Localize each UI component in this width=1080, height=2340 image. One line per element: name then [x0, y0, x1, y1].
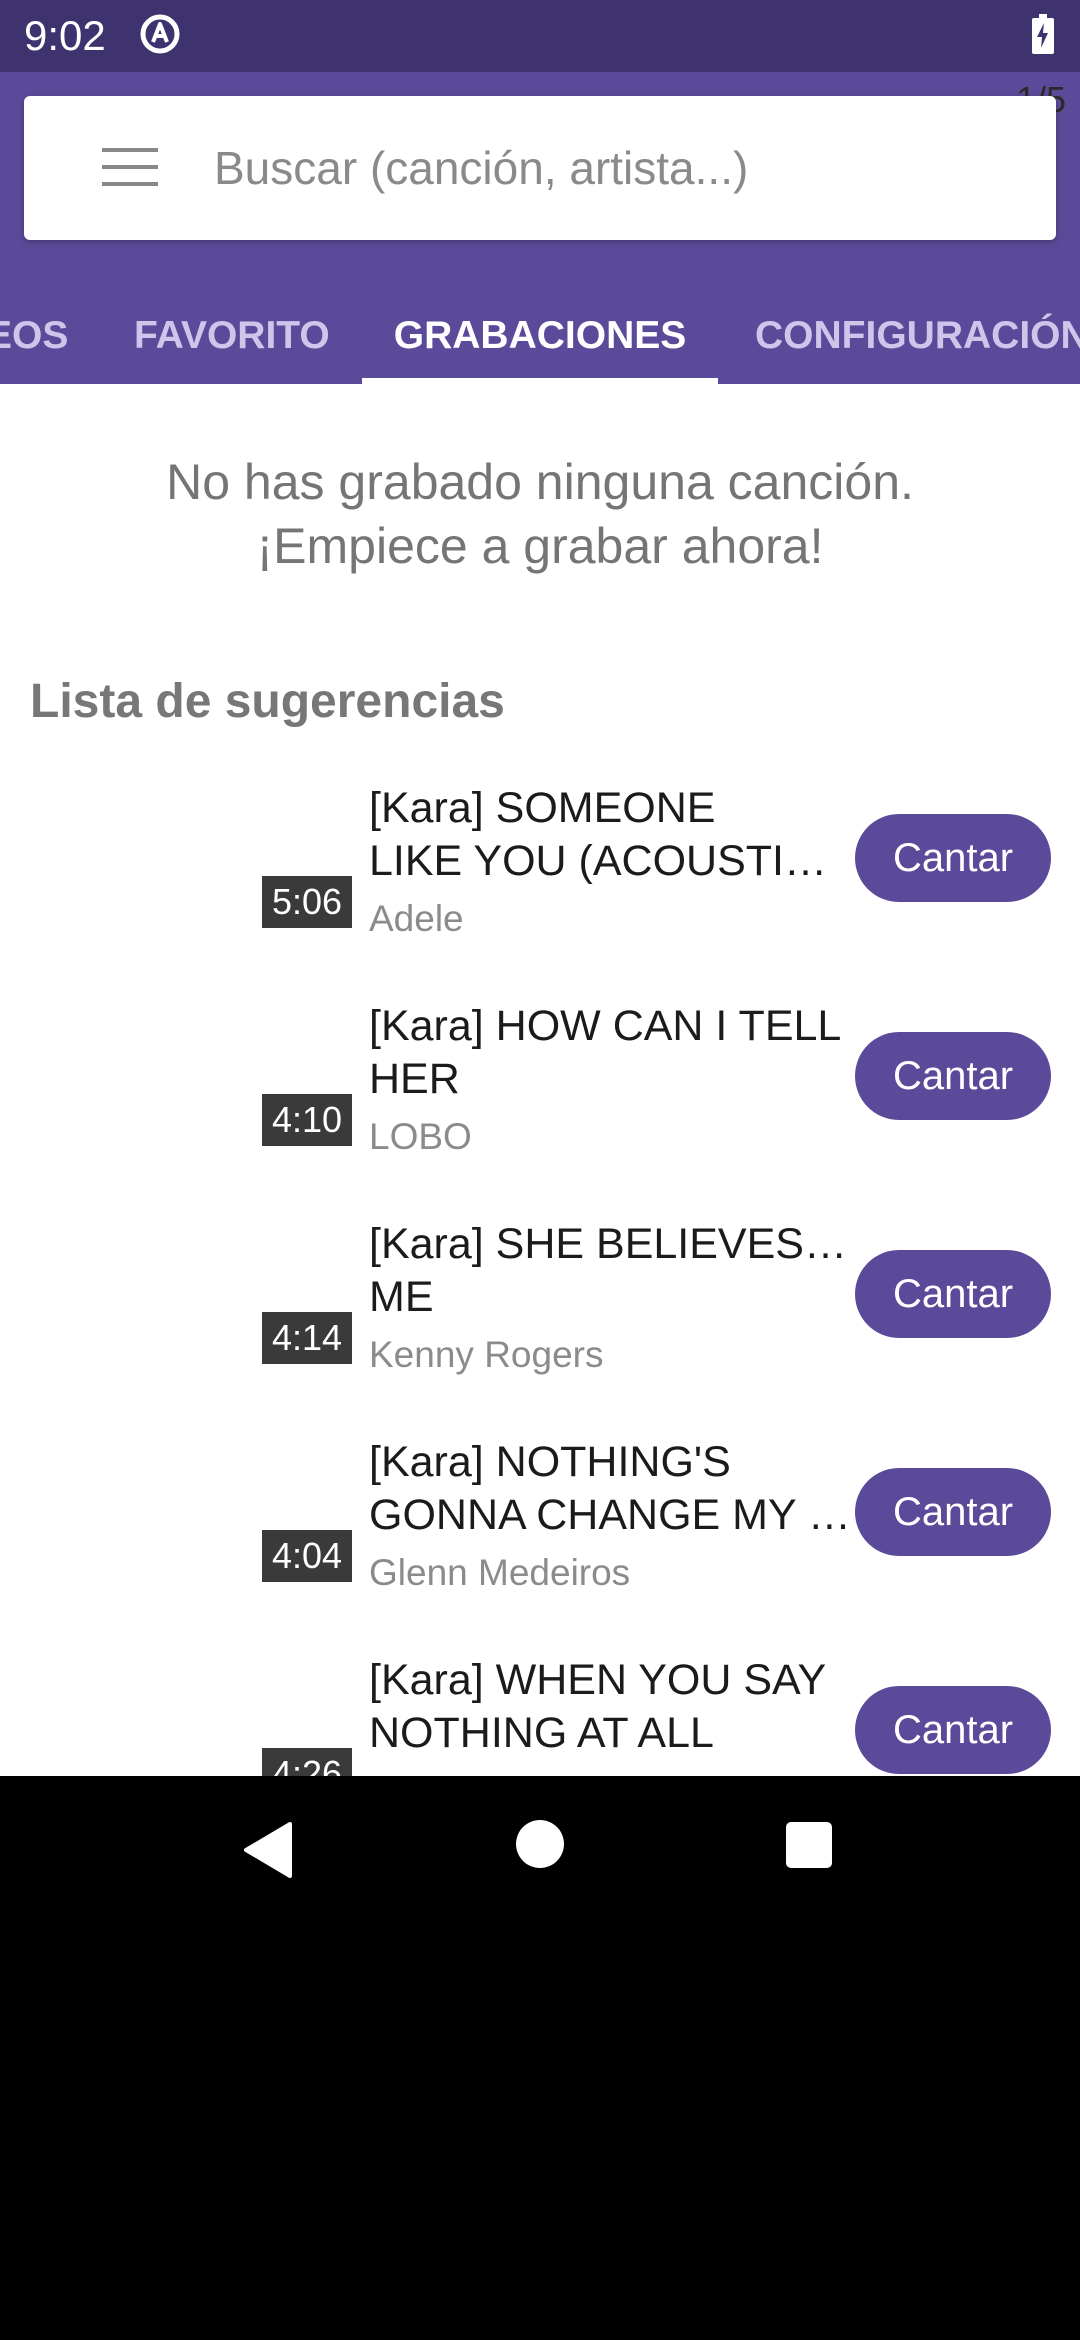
list-item[interactable]: 4:14 [Kara] SHE BELIEVES IN ME Kenny Rog… [0, 1218, 1080, 1436]
battery-charging-icon [1032, 14, 1054, 54]
phone-screen: 9:02 1/5 [0, 0, 1080, 2340]
sing-button[interactable]: Cantar [855, 1686, 1051, 1774]
search-bar[interactable] [24, 96, 1056, 240]
sing-button[interactable]: Cantar [855, 1468, 1051, 1556]
tab-grabaciones[interactable]: GRABACIONES [362, 288, 718, 384]
song-title: [Kara] NOTHING'S GONNA CHANGE MY L... [369, 1436, 857, 1542]
sing-button[interactable]: Cantar [855, 1032, 1051, 1120]
song-title: [Kara] HOW CAN I TELL HER [369, 1000, 857, 1106]
duration-badge: 4:26 [262, 1748, 352, 1776]
song-artist: LOBO [369, 1116, 472, 1157]
duration-badge: 4:04 [262, 1530, 352, 1582]
tab-favorito[interactable]: FAVORITO [134, 288, 330, 384]
song-title-line: [Kara] SHE BELIEVES IN [369, 1220, 857, 1268]
song-title-line: LIKE YOU (ACOUSTIC ... [369, 837, 857, 885]
tab-configuracion[interactable]: CONFIGURACIÓN [755, 288, 1080, 384]
song-title: [Kara] WHEN YOU SAY NOTHING AT ALL [369, 1654, 857, 1760]
empty-message-line: No has grabado ninguna canción. [166, 454, 914, 510]
song-title-line: NOTHING AT ALL [369, 1709, 714, 1757]
suggestions-heading: Lista de sugerencias [30, 675, 505, 728]
song-title-line: HER [369, 1055, 460, 1103]
tab-videos[interactable]: EOS [0, 288, 68, 384]
song-thumbnail[interactable]: 5:06 [30, 782, 352, 962]
song-title-line: [Kara] SOMEONE [369, 784, 716, 832]
list-item[interactable]: 4:10 [Kara] HOW CAN I TELL HER LOBO Cant… [0, 1000, 1080, 1218]
back-triangle-icon[interactable] [240, 1820, 296, 1880]
home-circle-icon[interactable] [516, 1820, 564, 1868]
list-item[interactable]: 4:26 [Kara] WHEN YOU SAY NOTHING AT ALL … [0, 1654, 1080, 1776]
search-input[interactable] [214, 128, 1034, 208]
navigation-bar [0, 1776, 1080, 1924]
song-artist: Glenn Medeiros [369, 1552, 631, 1593]
song-thumbnail[interactable]: 4:04 [30, 1436, 352, 1616]
song-title: [Kara] SOMEONE LIKE YOU (ACOUSTIC ... [369, 782, 857, 888]
app-header: 1/5 EOS FAVORITO GRABACIONES CONFIGURACI… [0, 72, 1080, 384]
song-thumbnail[interactable]: 4:14 [30, 1218, 352, 1398]
song-thumbnail[interactable]: 4:26 [30, 1654, 352, 1776]
song-title-line: ME [369, 1273, 434, 1321]
song-title-line: [Kara] WHEN YOU SAY [369, 1656, 827, 1704]
duration-badge: 4:10 [262, 1094, 352, 1146]
hamburger-menu-icon[interactable] [80, 144, 180, 194]
list-item[interactable]: 4:04 [Kara] NOTHING'S GONNA CHANGE MY L.… [0, 1436, 1080, 1654]
song-title: [Kara] SHE BELIEVES IN ME [369, 1218, 857, 1324]
empty-message-line: ¡Empiece a grabar ahora! [256, 518, 824, 574]
song-artist: Kenny Rogers [369, 1334, 604, 1375]
song-artist: Adele [369, 898, 464, 939]
duration-badge: 4:14 [262, 1312, 352, 1364]
status-bar: 9:02 [0, 0, 1080, 72]
duration-badge: 5:06 [262, 876, 352, 928]
recordings-content[interactable]: No has grabado ninguna canción. ¡Empiece… [0, 384, 1080, 1776]
tab-strip: EOS FAVORITO GRABACIONES CONFIGURACIÓN [0, 288, 1080, 384]
empty-recordings-message: No has grabado ninguna canción. ¡Empiece… [40, 450, 1040, 578]
song-title-line: [Kara] NOTHING'S [369, 1438, 731, 1486]
sing-button[interactable]: Cantar [855, 1250, 1051, 1338]
song-title-line: [Kara] HOW CAN I TELL [369, 1002, 842, 1050]
status-time: 9:02 [24, 12, 106, 59]
song-thumbnail[interactable]: 4:10 [30, 1000, 352, 1180]
sing-button[interactable]: Cantar [855, 814, 1051, 902]
song-title-line: GONNA CHANGE MY L... [369, 1491, 857, 1539]
ring-a-icon [138, 12, 182, 56]
recents-square-icon[interactable] [786, 1822, 832, 1868]
list-item[interactable]: 5:06 [Kara] SOMEONE LIKE YOU (ACOUSTIC .… [0, 782, 1080, 1000]
